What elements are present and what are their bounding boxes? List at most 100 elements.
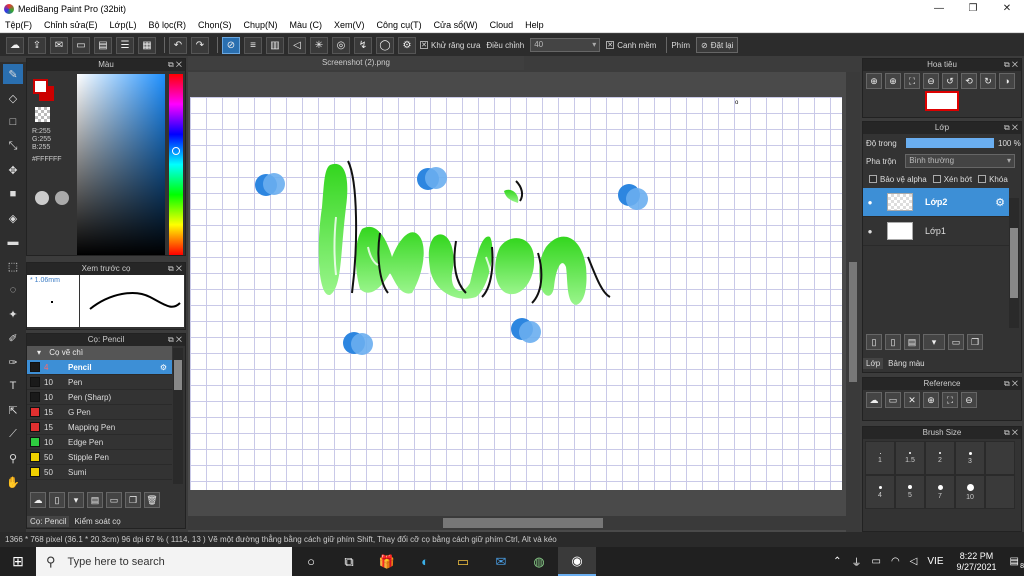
blend-mode-select[interactable]: Bình thường xyxy=(905,154,1015,168)
gradient-tool-icon[interactable]: ▬ xyxy=(3,232,23,252)
trash-icon[interactable]: 🗑 xyxy=(144,492,160,508)
text-tool-icon[interactable]: T xyxy=(3,376,23,396)
close-icon[interactable]: ✕ xyxy=(904,392,920,408)
cloud-brush-icon[interactable]: ☁ xyxy=(30,492,46,508)
duplicate-icon[interactable]: ❐ xyxy=(125,492,141,508)
wifi-icon[interactable]: ◠ xyxy=(891,556,900,567)
rotate-right-icon[interactable]: ↻ xyxy=(980,73,996,89)
new-layer-alt-icon[interactable]: ▯ xyxy=(885,334,901,350)
magic-wand-tool-icon[interactable]: ✦ xyxy=(3,304,23,324)
hand-tool-icon[interactable]: ✋ xyxy=(3,472,23,492)
blur-tool-icon[interactable]: ⤡ xyxy=(3,136,23,156)
clipping-check[interactable] xyxy=(932,175,941,183)
grid-icon[interactable]: ▦ xyxy=(138,36,156,54)
gear-icon[interactable]: ⚙ xyxy=(398,36,416,54)
panel-controls[interactable]: ⧉ ✕ xyxy=(1004,59,1018,71)
add-brush-icon[interactable]: ▾ xyxy=(68,492,84,508)
gift-icon[interactable]: 🎁 xyxy=(368,547,406,576)
medibang-icon[interactable]: ◉ xyxy=(558,547,596,576)
fill-rect-tool-icon[interactable]: ■ xyxy=(3,184,23,204)
menu-view[interactable]: Xem(V) xyxy=(334,20,365,30)
upload-icon[interactable]: ⇪ xyxy=(28,36,46,54)
layer-scrollbar[interactable] xyxy=(1009,198,1019,328)
brush-item-sumi[interactable]: 50 Sumi xyxy=(27,465,172,480)
brush-size-cell[interactable]: 7 xyxy=(925,475,955,509)
menu-cloud[interactable]: Cloud xyxy=(490,20,514,30)
menu-color[interactable]: Màu (C) xyxy=(290,20,323,30)
brush-size-cell[interactable] xyxy=(985,475,1015,509)
add-layer-dropdown-icon[interactable]: ▾ xyxy=(923,334,945,350)
brush-size-cell[interactable] xyxy=(985,441,1015,475)
gear-icon[interactable]: ⚙ xyxy=(995,196,1005,209)
edge-check[interactable]: ✕ xyxy=(606,41,615,49)
brush-item-pen[interactable]: 10 Pen xyxy=(27,375,172,390)
usb-icon[interactable]: ⏚ xyxy=(851,554,861,569)
menu-help[interactable]: Help xyxy=(525,20,544,30)
zoom-out-icon[interactable]: ⊖ xyxy=(923,73,939,89)
tab-layer[interactable]: Lớp xyxy=(863,358,884,369)
zoom-in-icon[interactable]: ⊕ xyxy=(923,392,939,408)
file-explorer-icon[interactable]: ▭ xyxy=(444,547,482,576)
adjust-select[interactable]: 40 xyxy=(530,38,601,52)
list-icon[interactable]: ☰ xyxy=(116,36,134,54)
volume-icon[interactable]: ◁ xyxy=(910,556,918,567)
fit-window-icon[interactable]: ⛶ xyxy=(942,392,958,408)
tab-brush-control[interactable]: Kiểm soát cọ xyxy=(69,516,125,527)
grid-snap-icon[interactable]: ▥ xyxy=(266,36,284,54)
palette-icon[interactable] xyxy=(35,191,49,205)
clipping-checkbox[interactable]: Xén bớt xyxy=(932,175,972,184)
antialias-check[interactable]: ✕ xyxy=(420,41,428,49)
scrollbar-thumb[interactable] xyxy=(1010,228,1018,298)
transparent-color-swatch[interactable] xyxy=(35,107,50,122)
menu-select[interactable]: Chọn(S) xyxy=(198,20,232,30)
cloud-icon[interactable]: ☁ xyxy=(6,36,24,54)
drawing-canvas[interactable]: o xyxy=(190,97,842,490)
perspective-snap-icon[interactable]: ◁ xyxy=(288,36,306,54)
parallel-snap-icon[interactable]: ≡ xyxy=(244,36,262,54)
palette-add-icon[interactable] xyxy=(55,191,69,205)
zoom-in-alt-icon[interactable]: ⊕ xyxy=(885,73,901,89)
language-indicator[interactable]: VIE xyxy=(927,556,943,567)
edge-icon[interactable]: ◐ xyxy=(406,547,444,576)
lock-check[interactable] xyxy=(978,175,987,183)
flip-icon[interactable]: ◑ xyxy=(999,73,1015,89)
taskbar-search[interactable]: ⚲ Type here to search xyxy=(36,547,292,576)
select-pen-tool-icon[interactable]: ✐ xyxy=(3,328,23,348)
panel-controls[interactable]: ⧉ ✕ xyxy=(168,334,182,346)
hue-slider-handle[interactable] xyxy=(172,147,180,155)
tab-palette[interactable]: Bảng màu xyxy=(883,358,929,369)
lock-checkbox[interactable]: Khóa xyxy=(978,175,1008,184)
layer-settings-icon[interactable]: ▤ xyxy=(904,334,920,350)
canvas-area[interactable]: o xyxy=(188,72,860,532)
redo-icon[interactable]: ↷ xyxy=(191,36,209,54)
minimize-button[interactable]: — xyxy=(922,0,956,17)
notification-icon[interactable]: ▤ 8 xyxy=(1010,556,1024,570)
dot-tool-icon[interactable]: □ xyxy=(3,112,23,132)
task-view-icon[interactable]: ⧉ xyxy=(330,547,368,576)
open-folder-icon[interactable]: ▭ xyxy=(885,392,901,408)
zoom-out-icon[interactable]: ⊖ xyxy=(961,392,977,408)
no-snap-icon[interactable]: ⊘ xyxy=(222,36,240,54)
brush-item-mapping-pen[interactable]: 15 Mapping Pen xyxy=(27,420,172,435)
menu-edit[interactable]: Chỉnh sửa(E) xyxy=(44,20,98,30)
brush-size-cell[interactable]: 1 xyxy=(865,441,895,475)
comment-icon[interactable]: ✉ xyxy=(50,36,68,54)
brush-size-cell[interactable]: 3 xyxy=(955,441,985,475)
brush-size-cell[interactable]: 10 xyxy=(955,475,985,509)
brush-size-cell[interactable]: 5 xyxy=(895,475,925,509)
eye-icon[interactable]: ● xyxy=(863,227,877,236)
brush-item-stipple-pen[interactable]: 50 Stipple Pen xyxy=(27,450,172,465)
curve-snap-icon[interactable]: ↯ xyxy=(354,36,372,54)
menu-file[interactable]: Tệp(F) xyxy=(5,20,32,30)
menu-window[interactable]: Cửa sổ(W) xyxy=(434,20,478,30)
zoom-in-icon[interactable]: ⊕ xyxy=(866,73,882,89)
menu-filter[interactable]: Bộ lọc(R) xyxy=(148,20,186,30)
folder-icon[interactable]: ▭ xyxy=(948,334,964,350)
scrollbar-thumb[interactable] xyxy=(174,360,182,390)
menu-capture[interactable]: Chụp(N) xyxy=(244,20,278,30)
brush-item-edge-pen[interactable]: 10 Edge Pen xyxy=(27,435,172,450)
windows-start-icon[interactable]: ⊞ xyxy=(0,547,36,576)
panel-controls[interactable]: ⧉ ✕ xyxy=(168,263,182,275)
edge-checkbox[interactable]: ✕ Canh mềm xyxy=(606,41,656,50)
divide-tool-icon[interactable]: ⟋ xyxy=(3,424,23,444)
